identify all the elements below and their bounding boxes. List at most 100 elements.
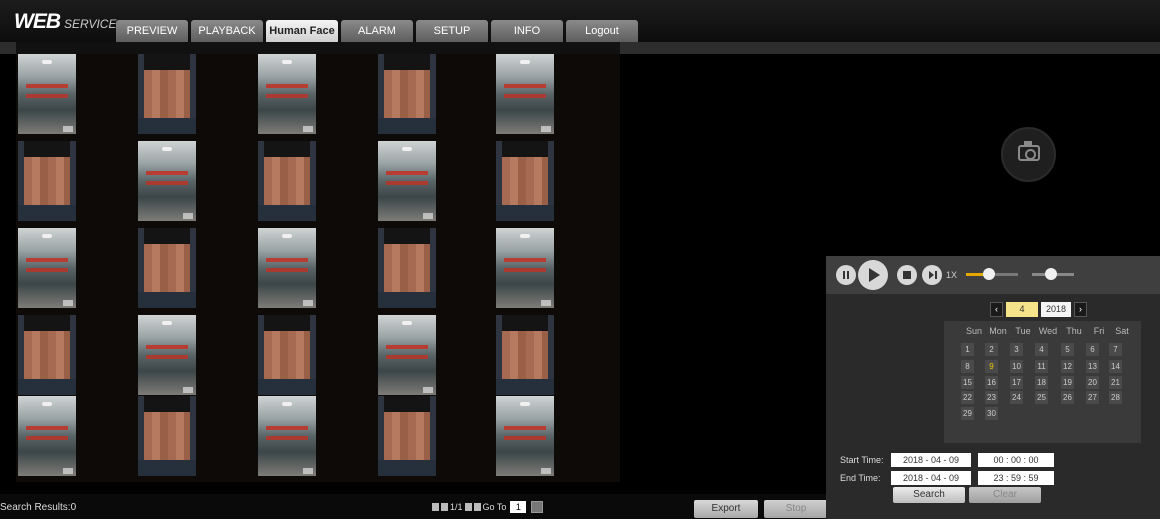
face-thumbnail[interactable]: [496, 228, 554, 308]
stop-button[interactable]: Stop: [764, 500, 828, 518]
year-selector[interactable]: 2018: [1041, 302, 1071, 317]
calendar-day[interactable]: 18: [1035, 376, 1048, 389]
calendar-day[interactable]: 28: [1109, 391, 1122, 404]
calendar-day[interactable]: 15: [961, 376, 974, 389]
calendar-day[interactable]: 22: [961, 391, 974, 404]
face-thumbnail[interactable]: [18, 141, 76, 221]
goto-button[interactable]: [531, 501, 544, 513]
start-time-field[interactable]: 00 : 00 : 00: [978, 453, 1054, 467]
face-thumbnail[interactable]: [496, 141, 554, 221]
calendar-day[interactable]: 6: [1086, 343, 1099, 356]
pause-button[interactable]: [836, 265, 856, 285]
face-shirt: [496, 379, 554, 395]
speed-slider[interactable]: [966, 268, 1018, 280]
tab-human-face[interactable]: Human Face: [266, 20, 338, 42]
start-date-field[interactable]: 2018 - 04 - 09: [891, 453, 971, 467]
month-selector[interactable]: 4: [1006, 302, 1038, 317]
calendar-day[interactable]: 1: [961, 343, 974, 356]
calendar-day[interactable]: 20: [1086, 376, 1099, 389]
export-button[interactable]: Export: [694, 500, 758, 518]
face-thumbnail[interactable]: [258, 315, 316, 395]
tab-logout[interactable]: Logout: [566, 20, 638, 42]
face-thumbnail[interactable]: [258, 228, 316, 308]
next-page-icon[interactable]: [464, 503, 472, 511]
face-thumbnail[interactable]: [258, 54, 316, 134]
web-service-app: WEB SERVICE PREVIEW PLAYBACK Human Face A…: [0, 0, 1160, 519]
tab-alarm[interactable]: ALARM: [341, 20, 413, 42]
face-blur: [384, 70, 430, 118]
calendar-day[interactable]: 10: [1010, 360, 1023, 373]
prev-page-icon[interactable]: [441, 503, 448, 511]
end-time-field[interactable]: 23 : 59 : 59: [978, 471, 1054, 485]
calendar-day[interactable]: 17: [1010, 376, 1023, 389]
face-thumbnail[interactable]: [18, 396, 76, 476]
face-blur: [144, 412, 190, 460]
face-thumbnail[interactable]: [378, 54, 436, 134]
calendar-day[interactable]: 8: [961, 360, 974, 373]
calendar-day[interactable]: 16: [985, 376, 998, 389]
face-thumbnail[interactable]: [138, 228, 196, 308]
face-thumbnail[interactable]: [258, 141, 316, 221]
calendar-day[interactable]: 11: [1035, 360, 1048, 373]
search-button[interactable]: Search: [893, 487, 965, 503]
tab-preview[interactable]: PREVIEW: [116, 20, 188, 42]
face-thumbnail[interactable]: [18, 315, 76, 395]
face-thumbnail[interactable]: [138, 396, 196, 476]
end-date-field[interactable]: 2018 - 04 - 09: [891, 471, 971, 485]
face-thumbnail[interactable]: [18, 54, 76, 134]
tab-playback[interactable]: PLAYBACK: [191, 20, 263, 42]
calendar-day[interactable]: 24: [1010, 391, 1023, 404]
weekday-label: Mon: [989, 326, 1007, 336]
face-thumbnail[interactable]: [378, 141, 436, 221]
calendar-day[interactable]: 29: [961, 407, 974, 420]
clear-button[interactable]: Clear: [969, 487, 1041, 503]
calendar-day[interactable]: 26: [1061, 391, 1074, 404]
calendar-day[interactable]: 9: [985, 360, 998, 373]
face-thumbnail[interactable]: [138, 141, 196, 221]
calendar-day[interactable]: 13: [1086, 360, 1099, 373]
calendar-day[interactable]: 12: [1061, 360, 1074, 373]
calendar-day[interactable]: 5: [1061, 343, 1074, 356]
volume-slider-handle[interactable]: [1044, 268, 1057, 280]
calendar-day[interactable]: 23: [985, 391, 998, 404]
face-thumbnail[interactable]: [496, 54, 554, 134]
face-thumbnail[interactable]: [496, 315, 554, 395]
calendar-day[interactable]: 3: [1010, 343, 1023, 356]
face-thumbnail[interactable]: [378, 396, 436, 476]
calendar-day[interactable]: 30: [985, 407, 998, 420]
face-thumbnail[interactable]: [18, 228, 76, 308]
face-thumbnail[interactable]: [378, 315, 436, 395]
face-shirt: [378, 118, 436, 134]
tab-info[interactable]: INFO: [491, 20, 563, 42]
calendar-day[interactable]: 27: [1086, 391, 1099, 404]
stop-playback-button[interactable]: [897, 265, 917, 285]
calendar-day[interactable]: 2: [985, 343, 998, 356]
web-service-logo: WEB SERVICE: [14, 10, 116, 34]
next-month-button[interactable]: ›: [1074, 302, 1087, 317]
tab-setup[interactable]: SETUP: [416, 20, 488, 42]
last-page-icon[interactable]: [473, 503, 481, 511]
calendar-day[interactable]: 25: [1035, 391, 1048, 404]
face-thumbnail[interactable]: [258, 396, 316, 476]
start-time-label: Start Time:: [840, 455, 884, 465]
prev-month-button[interactable]: ‹: [990, 302, 1003, 317]
calendar-day[interactable]: 19: [1061, 376, 1074, 389]
volume-slider[interactable]: [1032, 268, 1074, 280]
face-thumbnail-grid: [16, 54, 620, 482]
face-thumbnail[interactable]: [378, 228, 436, 308]
next-frame-button[interactable]: [922, 265, 942, 285]
thumbnail-label-icon: [423, 387, 433, 393]
goto-page-input[interactable]: 1: [510, 501, 527, 513]
face-thumbnail[interactable]: [138, 54, 196, 134]
thumbnail-label-icon: [541, 468, 551, 474]
face-thumbnail[interactable]: [138, 315, 196, 395]
calendar-day[interactable]: 7: [1109, 343, 1122, 356]
play-button[interactable]: [858, 260, 888, 290]
calendar-day[interactable]: 21: [1109, 376, 1122, 389]
snapshot-camera-icon[interactable]: [1001, 127, 1056, 182]
calendar-day[interactable]: 4: [1035, 343, 1048, 356]
calendar-day[interactable]: 14: [1109, 360, 1122, 373]
face-blur: [24, 157, 70, 205]
first-page-icon[interactable]: [432, 503, 439, 511]
face-thumbnail[interactable]: [496, 396, 554, 476]
